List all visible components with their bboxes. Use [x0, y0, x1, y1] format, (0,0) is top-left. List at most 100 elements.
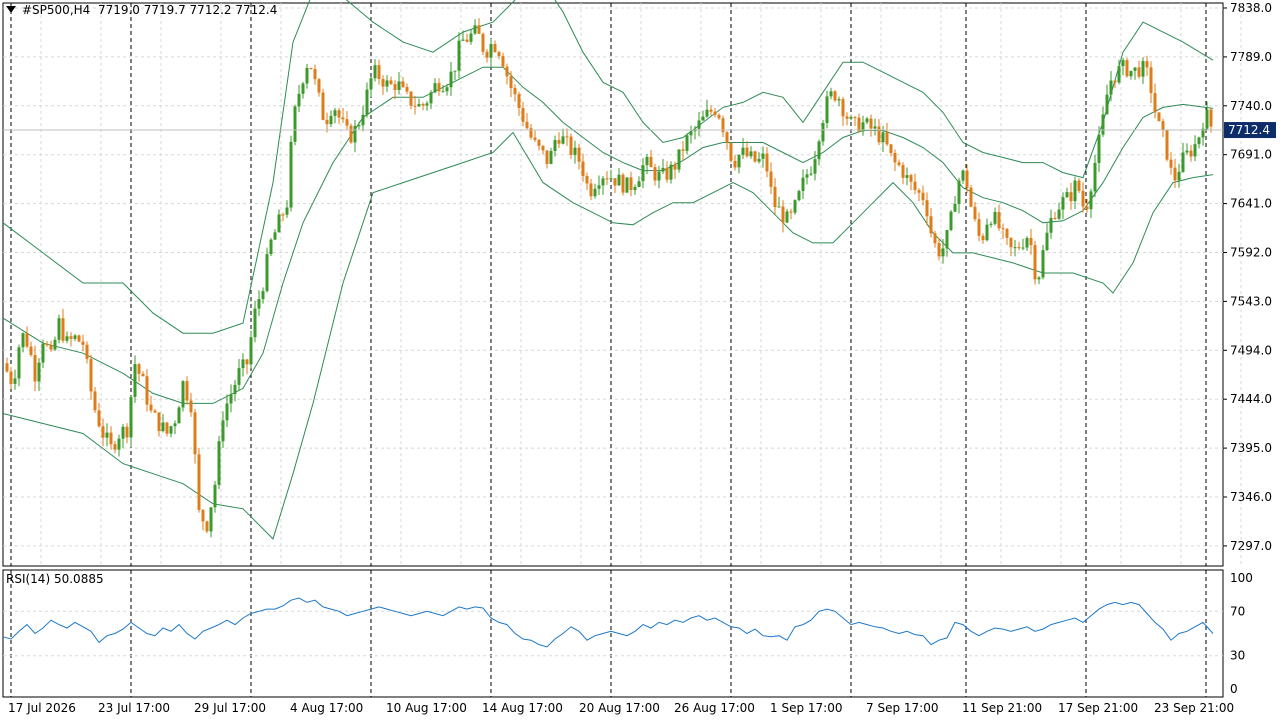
bearish-candle	[537, 139, 541, 146]
bearish-candle	[557, 140, 561, 144]
time-axis-label: 11 Sep 21:00	[962, 701, 1042, 715]
bollinger-upper-band	[2, 0, 1214, 334]
bearish-candle	[197, 454, 201, 510]
bearish-candle	[933, 233, 937, 244]
bullish-candle	[37, 362, 41, 382]
bullish-candle	[741, 147, 745, 155]
bearish-candle	[745, 147, 749, 157]
bearish-candle	[1053, 217, 1057, 219]
time-axis-label: 1 Sep 17:00	[770, 701, 842, 715]
bearish-candle	[137, 364, 141, 374]
bullish-candle	[233, 384, 237, 395]
time-axis-label: 26 Aug 17:00	[674, 701, 755, 715]
bearish-candle	[877, 126, 881, 143]
price-tick-label: 7641.0	[1230, 197, 1272, 211]
bearish-candle	[165, 422, 169, 434]
bullish-candle	[609, 178, 613, 180]
bearish-candle	[605, 178, 609, 180]
bullish-candle	[573, 147, 577, 155]
bullish-candle	[441, 91, 445, 93]
chart-canvas[interactable]: 7838.0 7789.0 7740.0 7691.0 7641.0 7592.0 7543…	[0, 0, 1280, 720]
bullish-candle	[625, 177, 629, 193]
bearish-candle	[81, 341, 85, 345]
bullish-candle	[881, 132, 885, 143]
bullish-candle	[829, 91, 833, 97]
bullish-candle	[1037, 277, 1041, 280]
bearish-candle	[1033, 245, 1037, 280]
bullish-candle	[181, 381, 185, 408]
bullish-candle	[53, 339, 57, 350]
rsi-tick-label: 30	[1230, 649, 1245, 663]
bullish-candle	[697, 120, 701, 129]
bearish-candle	[93, 391, 97, 411]
bullish-candle	[785, 211, 789, 223]
bullish-candle	[425, 103, 429, 106]
bearish-candle	[477, 25, 481, 34]
bearish-candle	[409, 91, 413, 106]
bearish-candle	[325, 119, 329, 125]
bearish-candle	[1017, 247, 1021, 249]
bearish-candle	[481, 33, 485, 52]
bullish-candle	[797, 191, 801, 201]
bullish-candle	[285, 207, 289, 215]
bearish-candle	[541, 145, 545, 151]
bearish-candle	[1209, 109, 1213, 127]
bearish-candle	[413, 105, 417, 107]
bullish-candle	[129, 396, 133, 438]
bullish-candle	[1141, 61, 1145, 77]
bullish-candle	[549, 150, 553, 164]
rsi-tick-label: 70	[1230, 604, 1245, 618]
bullish-candle	[669, 164, 673, 180]
bullish-candle	[757, 158, 761, 162]
bullish-candle	[1181, 152, 1185, 172]
bearish-candle	[205, 521, 209, 532]
bullish-candle	[433, 83, 437, 93]
rsi-header: RSI(14) 50.0885	[6, 572, 104, 586]
bearish-candle	[869, 118, 873, 129]
bearish-candle	[513, 88, 517, 95]
bullish-candle	[373, 65, 377, 79]
bullish-candle	[1193, 144, 1197, 157]
bullish-candle	[837, 99, 841, 101]
bearish-candle	[313, 69, 317, 80]
bullish-candle	[601, 178, 605, 186]
time-axis-label: 7 Sep 17:00	[866, 701, 938, 715]
bullish-candle	[1089, 191, 1093, 210]
bullish-candle	[1045, 232, 1049, 251]
bearish-candle	[377, 65, 381, 79]
bullish-candle	[261, 291, 265, 300]
bearish-candle	[665, 167, 669, 180]
bullish-candle	[249, 337, 253, 365]
bearish-candle	[517, 94, 521, 109]
price-tick-label: 7444.0	[1230, 392, 1272, 406]
bullish-candle	[257, 299, 261, 309]
bearish-candle	[1149, 67, 1153, 94]
time-axis-label: 14 Aug 17:00	[482, 701, 563, 715]
bullish-candle	[1177, 171, 1181, 181]
bearish-candle	[893, 152, 897, 163]
time-axis-label: 29 Jul 17:00	[194, 701, 266, 715]
bearish-candle	[157, 412, 161, 432]
bullish-candle	[941, 248, 945, 257]
bearish-candle	[909, 175, 913, 182]
bullish-candle	[57, 318, 61, 340]
bullish-candle	[1057, 209, 1061, 219]
bullish-candle	[657, 171, 661, 181]
bearish-candle	[713, 111, 717, 115]
bullish-candle	[637, 181, 641, 188]
time-axis-label: 4 Aug 17:00	[290, 701, 363, 715]
time-axis-label: 10 Aug 17:00	[386, 701, 467, 715]
price-tick-label: 7838.0	[1230, 1, 1272, 15]
bearish-candle	[505, 66, 509, 77]
bullish-candle	[305, 67, 309, 84]
bullish-candle	[1197, 137, 1201, 145]
bullish-candle	[177, 407, 181, 424]
bearish-candle	[465, 39, 469, 42]
bullish-candle	[641, 165, 645, 182]
menu-triangle-icon[interactable]	[6, 6, 16, 13]
bullish-candle	[213, 484, 217, 508]
bearish-candle	[769, 171, 773, 187]
bearish-candle	[89, 359, 93, 392]
bullish-candle	[473, 25, 477, 34]
bearish-candle	[969, 187, 973, 207]
